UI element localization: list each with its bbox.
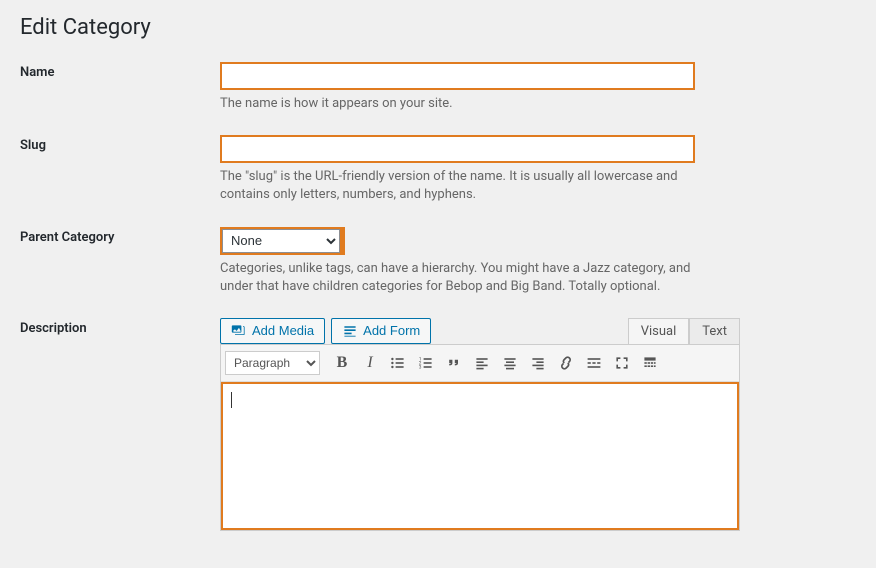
editor-container: Paragraph B I 123: [220, 344, 740, 531]
name-label: Name: [20, 62, 220, 113]
blockquote-button[interactable]: [440, 349, 468, 377]
italic-button[interactable]: I: [356, 349, 384, 377]
parent-select[interactable]: None: [222, 229, 340, 253]
name-input[interactable]: [220, 62, 695, 90]
media-icon: [231, 323, 247, 339]
bullet-list-button[interactable]: [384, 349, 412, 377]
description-editor[interactable]: [221, 382, 739, 530]
add-media-label: Add Media: [252, 323, 314, 338]
parent-label: Parent Category: [20, 227, 220, 296]
add-form-label: Add Form: [363, 323, 420, 338]
link-button[interactable]: [552, 349, 580, 377]
description-label: Description: [20, 318, 220, 531]
tab-visual[interactable]: Visual: [628, 318, 690, 344]
align-center-button[interactable]: [496, 349, 524, 377]
editor-toolbar: Paragraph B I 123: [221, 345, 739, 382]
slug-input[interactable]: [220, 135, 695, 163]
toolbar-toggle-button[interactable]: [636, 349, 664, 377]
fullscreen-button[interactable]: [608, 349, 636, 377]
svg-text:3: 3: [419, 365, 422, 371]
add-form-button[interactable]: Add Form: [331, 318, 431, 344]
text-cursor: [231, 392, 232, 408]
name-help: The name is how it appears on your site.: [220, 95, 700, 113]
align-right-button[interactable]: [524, 349, 552, 377]
form-icon: [342, 323, 358, 339]
slug-help: The "slug" is the URL-friendly version o…: [220, 168, 700, 204]
numbered-list-button[interactable]: 123: [412, 349, 440, 377]
read-more-button[interactable]: [580, 349, 608, 377]
align-left-button[interactable]: [468, 349, 496, 377]
tab-text[interactable]: Text: [689, 318, 740, 344]
slug-label: Slug: [20, 135, 220, 204]
parent-help: Categories, unlike tags, can have a hier…: [220, 260, 700, 296]
add-media-button[interactable]: Add Media: [220, 318, 325, 344]
format-select[interactable]: Paragraph: [225, 351, 320, 375]
bold-button[interactable]: B: [328, 349, 356, 377]
page-title: Edit Category: [20, 15, 856, 40]
